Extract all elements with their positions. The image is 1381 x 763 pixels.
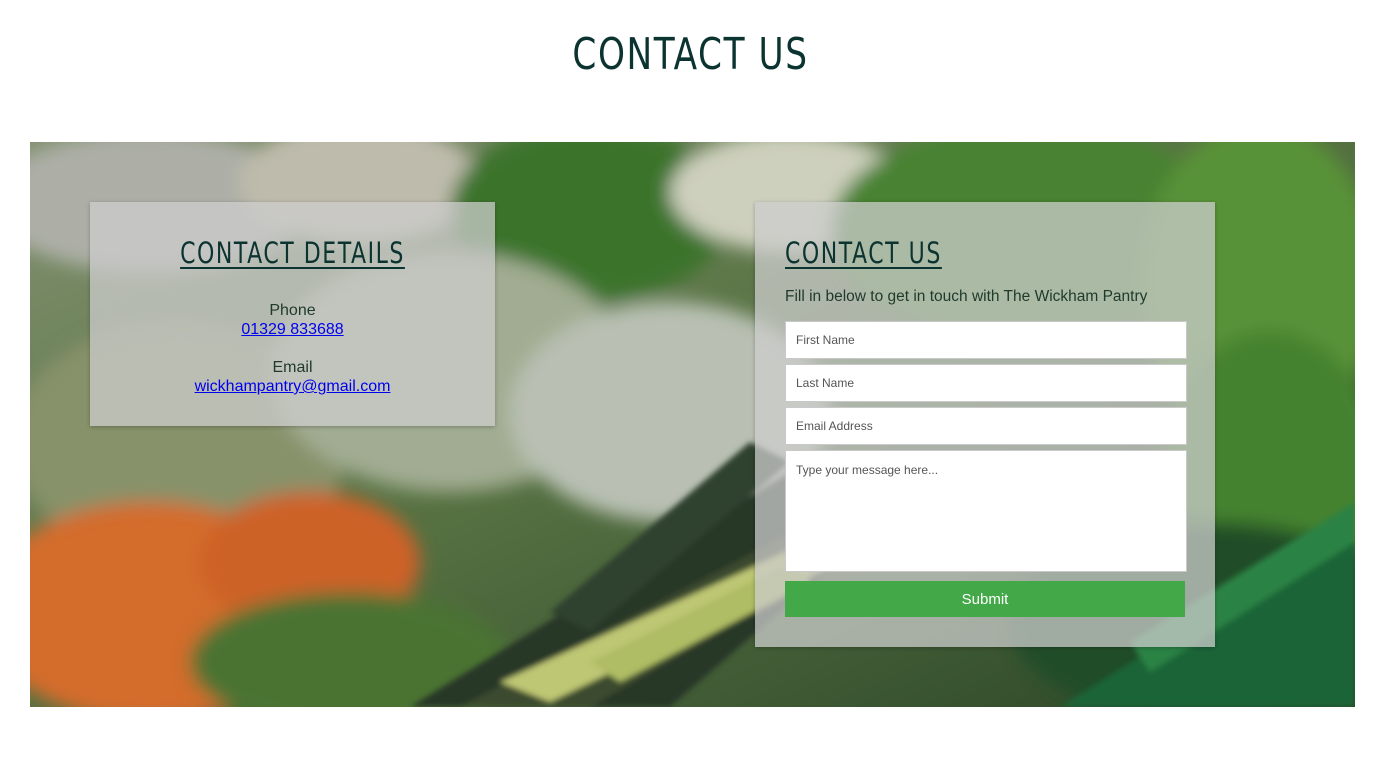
- contact-form-heading: CONTACT US: [785, 236, 942, 270]
- contact-details-heading: CONTACT DETAILS: [180, 236, 405, 270]
- form-intro-text: Fill in below to get in touch with The W…: [785, 288, 1148, 305]
- first-name-input[interactable]: [785, 321, 1187, 359]
- page-title: CONTACT US: [572, 29, 809, 80]
- contact-details-panel: CONTACT DETAILS Phone 01329 833688 Email…: [90, 202, 495, 426]
- message-textarea[interactable]: [785, 450, 1187, 572]
- email-block: Email wickhampantry@gmail.com: [90, 358, 495, 396]
- submit-button[interactable]: Submit: [785, 581, 1185, 617]
- phone-block: Phone 01329 833688: [90, 301, 495, 339]
- email-link[interactable]: wickhampantry@gmail.com: [195, 378, 391, 395]
- email-label: Email: [272, 359, 313, 376]
- last-name-input[interactable]: [785, 364, 1187, 402]
- phone-label: Phone: [269, 302, 316, 319]
- phone-link[interactable]: 01329 833688: [241, 321, 343, 338]
- contact-form-panel: CONTACT US Fill in below to get in touch…: [755, 202, 1215, 647]
- email-input[interactable]: [785, 407, 1187, 445]
